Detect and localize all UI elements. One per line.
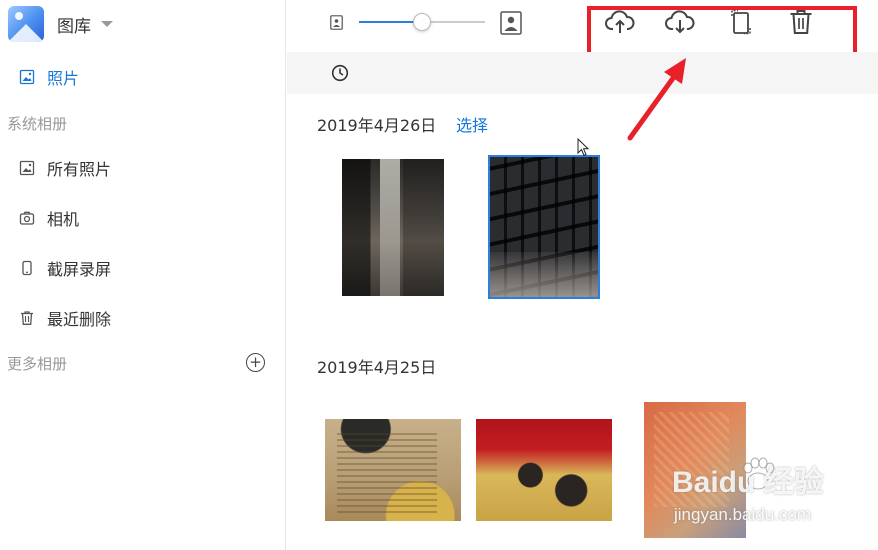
system-albums-heading: 系统相册 [7,115,68,133]
sidebar-item-camera[interactable]: 相机 [0,198,285,238]
slider-knob[interactable] [413,13,431,31]
sidebar-item-label: 相机 [47,210,80,229]
watermark-site: jingyan.baidu.com [674,505,812,524]
annotation-highlight-box [587,6,857,58]
select-link[interactable]: 选择 [456,112,488,136]
photo-thumbnail-box-red[interactable] [476,419,612,521]
mouse-cursor-icon [577,138,590,157]
slider-track [422,21,485,23]
sidebar-item-screenshots[interactable]: 截屏录屏 [0,248,285,288]
sidebar-item-photos[interactable]: 照片 [0,57,285,97]
app-header[interactable]: 图库 [8,5,113,43]
trash-icon [18,309,36,327]
add-album-icon[interactable]: + [246,353,265,372]
large-thumbnail-icon[interactable] [500,11,522,39]
image-icon [18,68,36,86]
clock-icon[interactable] [331,64,349,82]
baidu-watermark: Baidu 经验 jingyan.baidu.com [672,457,872,537]
sidebar-item-recently-deleted[interactable]: 最近删除 [0,298,285,338]
date-heading: 2019年4月26日 [317,116,437,135]
image-icon [18,159,36,177]
gallery-app-icon [8,6,44,42]
photo-thumbnail-keyboard[interactable] [488,155,600,299]
date-heading: 2019年4月25日 [317,358,437,377]
sidebar: 图库 照片 系统相册 所有照片 相机 截屏录屏 最近删除 更多相册 + [0,0,286,550]
annotation-arrow [627,58,686,141]
sidebar-item-label: 截屏录屏 [47,260,112,279]
watermark-brand: Baidu 经验 [672,466,824,499]
thumbnail-size-slider[interactable] [359,13,485,31]
small-thumbnail-icon[interactable] [330,15,343,34]
sidebar-item-all-photos[interactable]: 所有照片 [0,148,285,188]
chevron-down-icon[interactable] [101,21,113,27]
more-albums-heading: 更多相册 [7,355,68,373]
sidebar-item-label: 照片 [47,69,80,88]
sidebar-item-label: 所有照片 [47,160,112,179]
filter-bar [287,52,878,94]
phone-icon [18,259,36,277]
photo-thumbnail-box-certificate[interactable] [325,419,461,521]
camera-icon [18,209,36,227]
photo-thumbnail-stairs[interactable] [342,159,444,296]
sidebar-item-label: 最近删除 [47,310,112,329]
app-title: 图库 [57,16,91,37]
